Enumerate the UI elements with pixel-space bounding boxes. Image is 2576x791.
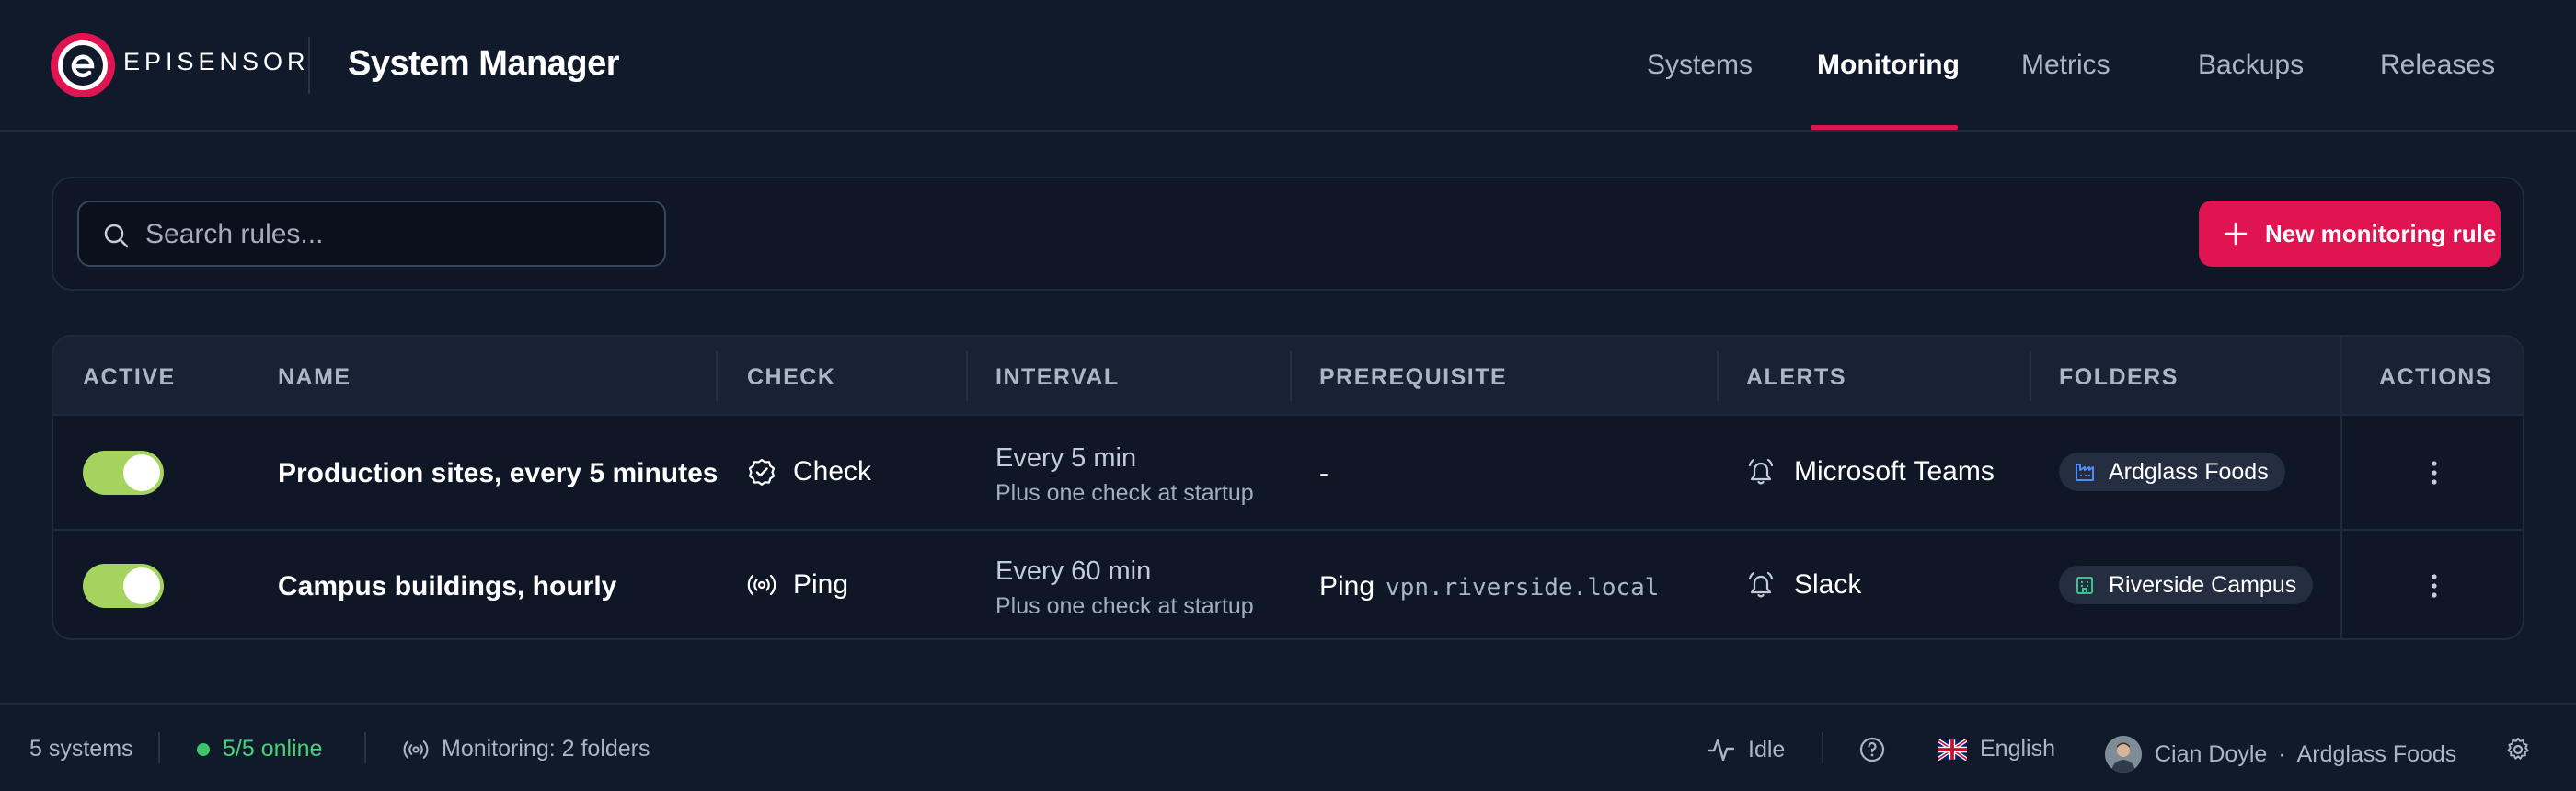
- folder-label: Ardglass Foods: [2109, 458, 2269, 485]
- status-bar: 5 systems 5/5 online Monitoring: 2 folde…: [0, 703, 2576, 791]
- active-toggle[interactable]: [83, 564, 164, 608]
- gear-icon: [2507, 738, 2529, 760]
- col-check[interactable]: CHECK: [747, 364, 835, 391]
- col-alerts[interactable]: ALERTS: [1746, 364, 1846, 391]
- online-count: 5/5 online: [223, 736, 323, 762]
- toggle-knob: [123, 567, 160, 604]
- user-org: Ardglass Foods: [2296, 740, 2457, 767]
- search-icon: [104, 224, 129, 248]
- help-button[interactable]: [1858, 736, 1899, 763]
- search-box[interactable]: [77, 201, 666, 267]
- check-badge-icon: [748, 458, 776, 486]
- interval-value: Every 5 min: [995, 443, 1137, 473]
- col-interval[interactable]: INTERVAL: [995, 364, 1120, 391]
- prerequisite: -: [1319, 458, 1328, 489]
- column-separator: [1717, 351, 1719, 401]
- activity-status[interactable]: Idle: [1708, 736, 1785, 763]
- col-actions: ACTIONS: [2379, 364, 2492, 390]
- activity-label: Idle: [1748, 736, 1786, 762]
- col-active[interactable]: ACTIVE: [83, 364, 176, 391]
- factory-icon: [2076, 464, 2094, 481]
- interval-note: Plus one check at startup: [995, 480, 1254, 506]
- brand-name: EPISENSOR: [123, 48, 310, 75]
- rules-toolbar: New monitoring rule: [52, 177, 2524, 291]
- prerequisite-host: vpn.riverside.local: [1386, 574, 1660, 602]
- prerequisite-value: -: [1319, 458, 1328, 488]
- alert-channel: Slack: [1746, 569, 1861, 601]
- bell-ring-icon: [1748, 571, 1774, 598]
- table-row: Production sites, every 5 minutes Check …: [53, 418, 2523, 529]
- rule-name[interactable]: Campus buildings, hourly: [278, 571, 616, 602]
- user-name: Cian Doyle: [2155, 740, 2268, 767]
- column-separator: [966, 351, 968, 401]
- episensor-logo-icon[interactable]: [50, 32, 116, 98]
- user-org-separator: ·: [2278, 740, 2286, 767]
- folder-chip[interactable]: Riverside Campus: [2059, 566, 2314, 604]
- col-name[interactable]: NAME: [278, 364, 351, 391]
- bell-ring-icon: [1748, 458, 1774, 485]
- status-separator: [1822, 732, 1823, 763]
- user-menu[interactable]: Cian Doyle · Ardglass Foods: [2105, 736, 2456, 773]
- new-monitoring-rule-label: New monitoring rule: [2265, 219, 2497, 247]
- nav-monitoring[interactable]: Monitoring: [1817, 50, 1960, 81]
- language-selector[interactable]: English: [1938, 736, 2055, 762]
- check-label: Ping: [793, 569, 849, 600]
- column-separator: [1290, 351, 1292, 401]
- more-actions-icon[interactable]: [2420, 569, 2449, 602]
- interval-value: Every 60 min: [995, 556, 1152, 586]
- nav-systems[interactable]: Systems: [1647, 50, 1753, 81]
- folder-chip[interactable]: Ardglass Foods: [2059, 453, 2285, 491]
- check-type: Ping: [747, 569, 848, 601]
- online-dot-icon: [197, 742, 210, 756]
- table-header: ACTIVE NAME CHECK INTERVAL PREREQUISITE …: [53, 337, 2523, 416]
- prerequisite: Ping vpn.riverside.local: [1319, 571, 1659, 602]
- nav-metrics[interactable]: Metrics: [2021, 50, 2110, 81]
- broadcast-icon: [747, 574, 776, 596]
- alert-label: Microsoft Teams: [1794, 456, 1995, 487]
- plus-icon: [2224, 222, 2248, 246]
- check-type: Check: [747, 456, 871, 487]
- nav-backups[interactable]: Backups: [2198, 50, 2304, 81]
- new-monitoring-rule-button[interactable]: New monitoring rule: [2199, 201, 2501, 267]
- col-prerequisite[interactable]: PREREQUISITE: [1319, 364, 1507, 391]
- toggle-knob: [123, 454, 160, 491]
- alert-label: Slack: [1794, 569, 1862, 600]
- building-icon: [2076, 577, 2093, 594]
- more-actions-icon[interactable]: [2420, 456, 2449, 489]
- app-title: System Manager: [348, 44, 620, 83]
- table-row: Campus buildings, hourly Ping Every 60 m…: [53, 529, 2523, 638]
- header-divider: [308, 37, 310, 94]
- online-status: 5/5 online: [197, 736, 322, 762]
- status-separator: [158, 732, 160, 763]
- column-separator: [2030, 351, 2031, 401]
- monitoring-label: Monitoring: 2 folders: [442, 736, 650, 762]
- activity-pulse-icon: [1708, 739, 1735, 762]
- uk-flag-icon: [1938, 738, 1967, 761]
- interval-note: Plus one check at startup: [995, 593, 1254, 619]
- prerequisite-value: Ping: [1319, 571, 1375, 602]
- systems-count: 5 systems: [29, 736, 133, 762]
- app-header: EPISENSOR System Manager Systems Monitor…: [0, 0, 2576, 132]
- column-separator: [716, 351, 718, 401]
- avatar: [2105, 736, 2142, 773]
- search-input[interactable]: [145, 212, 651, 258]
- broadcast-icon: [403, 739, 429, 759]
- rule-name[interactable]: Production sites, every 5 minutes: [278, 458, 719, 489]
- help-circle-icon: [1859, 737, 1885, 762]
- alert-channel: Microsoft Teams: [1746, 456, 1995, 487]
- active-nav-indicator: [1811, 125, 1958, 130]
- nav-releases[interactable]: Releases: [2380, 50, 2495, 81]
- check-label: Check: [793, 456, 872, 487]
- folder-label: Riverside Campus: [2109, 571, 2297, 598]
- settings-button[interactable]: [2504, 736, 2545, 763]
- status-separator: [364, 732, 366, 763]
- rules-table: ACTIVE NAME CHECK INTERVAL PREREQUISITE …: [52, 335, 2524, 640]
- user-avatar-icon: [2105, 736, 2142, 773]
- language-label: English: [1980, 736, 2055, 762]
- active-toggle[interactable]: [83, 451, 164, 495]
- col-folders[interactable]: FOLDERS: [2059, 364, 2179, 391]
- monitoring-status: Monitoring: 2 folders: [403, 736, 650, 762]
